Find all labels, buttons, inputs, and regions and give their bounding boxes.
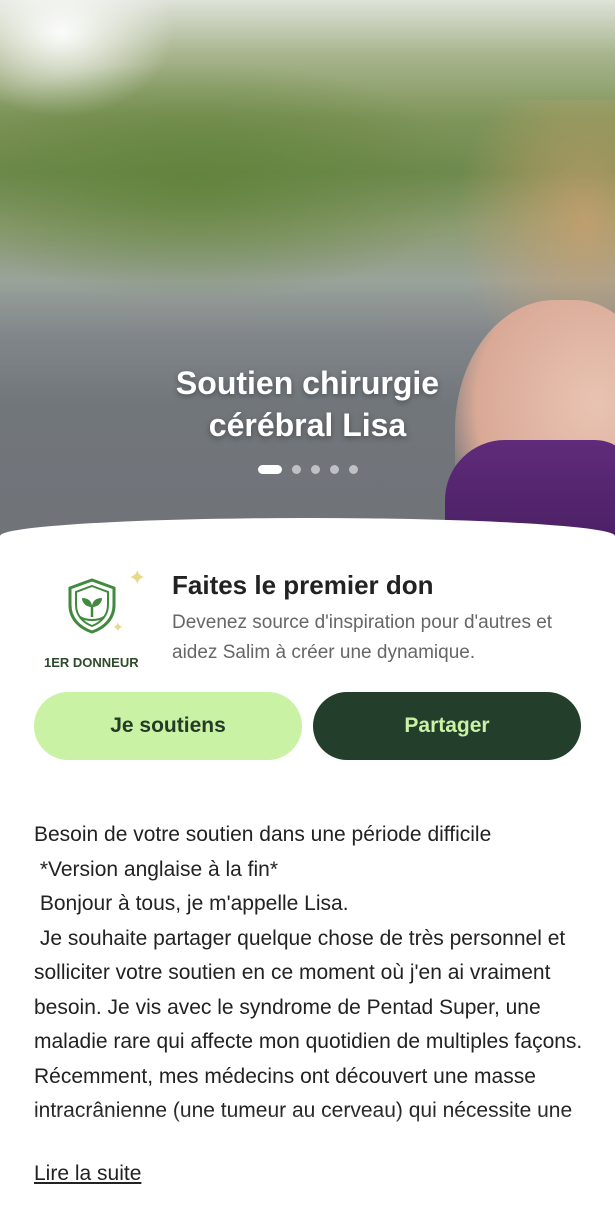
background-foliage: [0, 60, 480, 300]
carousel-dot-1[interactable]: [257, 465, 282, 474]
donor-title: Faites le premier don: [172, 570, 434, 600]
share-button[interactable]: Partager: [313, 692, 581, 760]
story-line: *Version anglaise à la fin*: [34, 857, 279, 881]
campaign-title-line1: Soutien chirurgie: [175, 365, 440, 401]
badge-label: 1ER DONNEUR: [44, 655, 139, 670]
hero-image[interactable]: Soutien chirurgie cérébral Lisa: [0, 0, 615, 540]
carousel-dot-5[interactable]: [348, 465, 358, 474]
story-fade: [0, 1110, 615, 1170]
campaign-title-line2: cérébral Lisa: [208, 407, 407, 443]
sparkle-icon: ✦: [128, 565, 147, 590]
carousel-dot-3[interactable]: [310, 465, 320, 474]
story-line: Bonjour à tous, je m'appelle Lisa.: [34, 892, 349, 915]
story-line: Je souhaite partager quelque chose de tr…: [34, 926, 583, 1123]
story-line: Besoin de votre soutien dans une période…: [34, 823, 492, 846]
shield-leaf-icon: [66, 577, 118, 640]
story-text: Besoin de votre soutien dans une période…: [34, 818, 589, 1158]
carousel-dot-2[interactable]: [291, 465, 301, 474]
read-more-link[interactable]: Lire la suite: [34, 1162, 141, 1186]
donor-description: Devenez source d'inspiration pour d'autr…: [172, 612, 553, 663]
support-button[interactable]: Je soutiens: [34, 692, 302, 760]
campaign-title: Soutien chirurgie cérébral Lisa: [0, 362, 615, 446]
carousel-indicator: [0, 465, 615, 474]
carousel-dot-4[interactable]: [329, 465, 339, 474]
sparkle-icon: ✦: [112, 619, 124, 635]
